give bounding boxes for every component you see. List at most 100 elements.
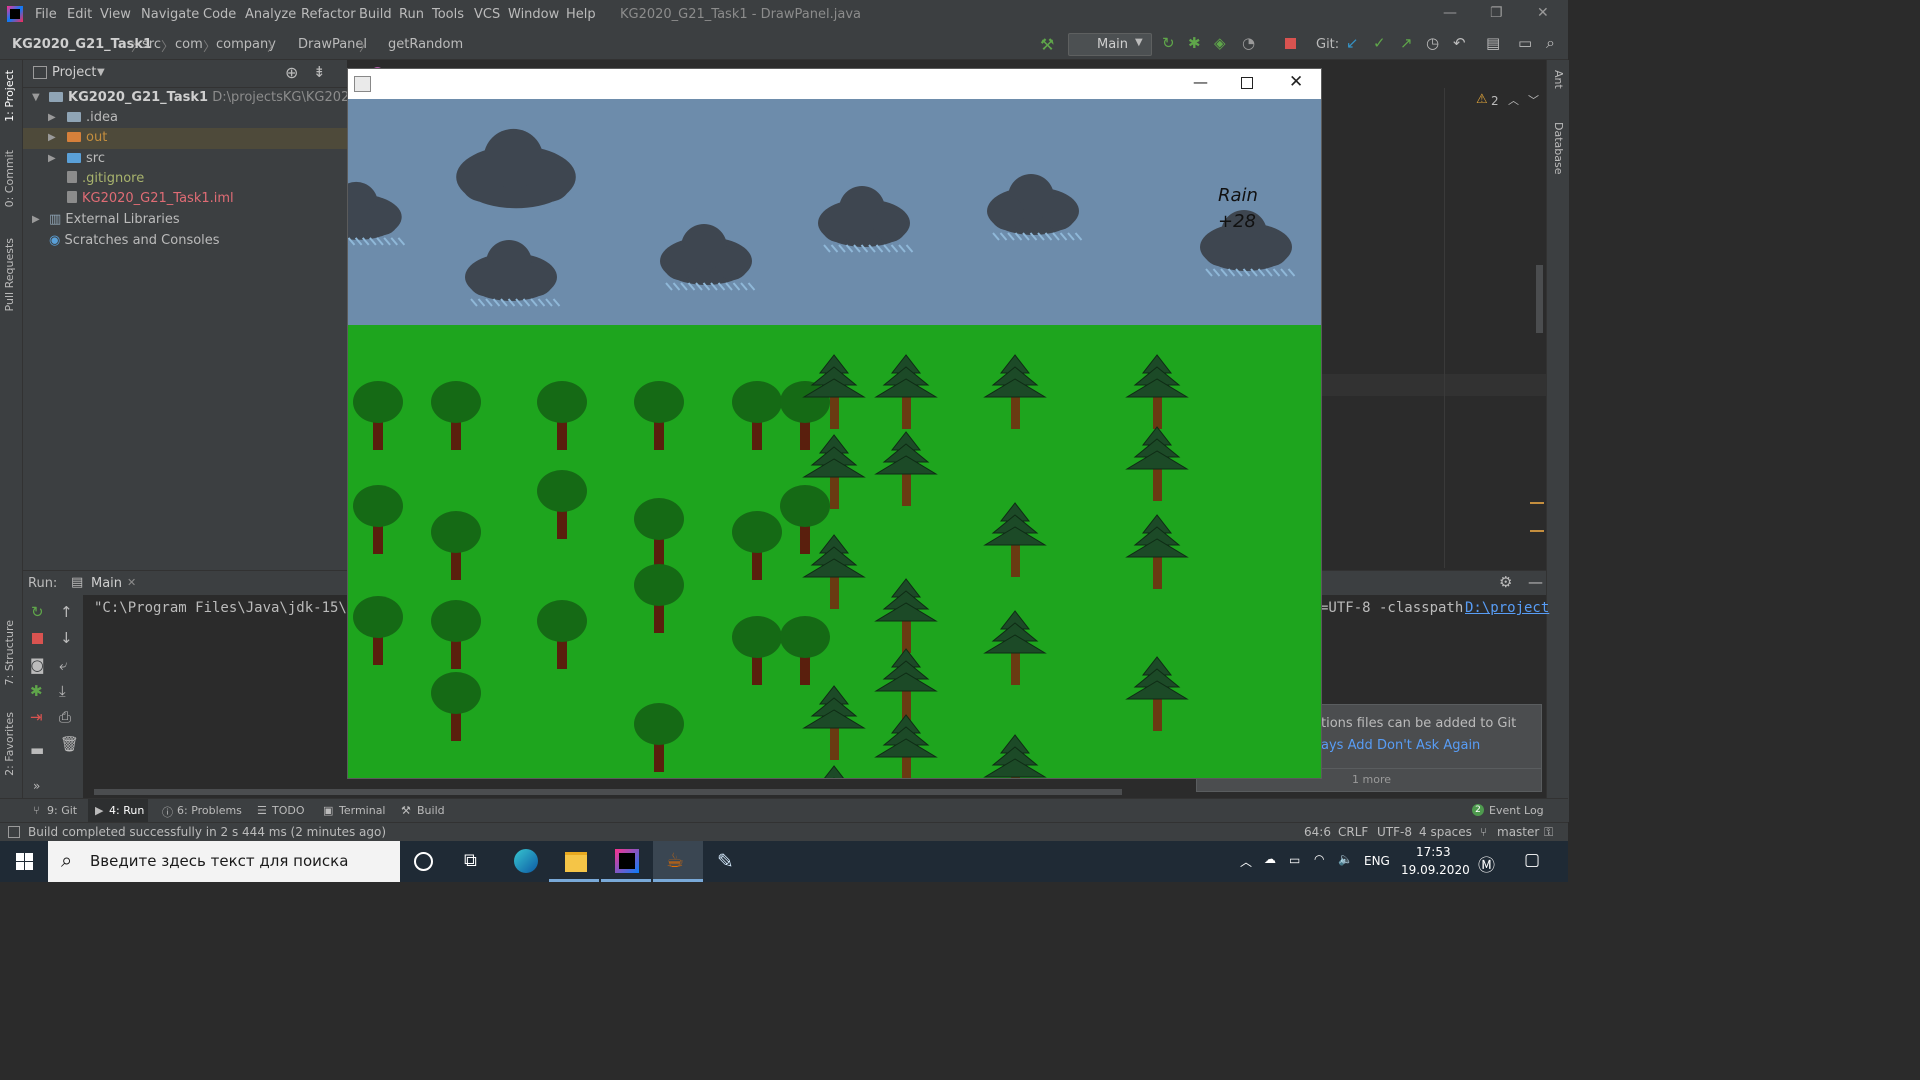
collapse-all-icon[interactable]: ⇟ bbox=[313, 63, 326, 81]
clock-date[interactable]: 19.09.2020 bbox=[1401, 863, 1470, 877]
breadcrumb-com[interactable]: com bbox=[175, 37, 203, 52]
tree-item-iml[interactable]: KG2020_G21_Task1.iml bbox=[67, 191, 234, 206]
tab-terminal[interactable]: Terminal bbox=[339, 804, 386, 817]
debug-icon[interactable]: ✱ bbox=[1188, 34, 1201, 52]
windows-start-icon[interactable] bbox=[16, 853, 33, 870]
horizontal-scrollbar[interactable] bbox=[94, 789, 1122, 795]
close-icon[interactable]: ✕ bbox=[1289, 72, 1303, 92]
minimize-icon[interactable]: — bbox=[1443, 5, 1457, 21]
tab-structure[interactable]: 7: Structure bbox=[3, 620, 16, 685]
chevron-down-icon[interactable]: ﹀ bbox=[1528, 92, 1539, 108]
more-icon[interactable]: » bbox=[33, 779, 40, 793]
git-update-icon[interactable]: ↙ bbox=[1346, 34, 1359, 52]
tab-event-log[interactable]: Event Log bbox=[1489, 804, 1544, 817]
menu-code[interactable]: Code bbox=[203, 7, 236, 22]
search-icon[interactable]: ⌕ bbox=[1546, 33, 1555, 53]
wifi-icon[interactable]: ◠ bbox=[1314, 852, 1324, 866]
menu-window[interactable]: Window bbox=[508, 7, 559, 22]
chevron-down-icon[interactable]: ▼ bbox=[97, 67, 105, 78]
history-icon[interactable]: ◷ bbox=[1426, 34, 1439, 52]
chevron-right-icon[interactable]: ▶ bbox=[48, 153, 56, 164]
git-commit-icon[interactable]: ✓ bbox=[1373, 34, 1386, 52]
onedrive-icon[interactable]: ☁ bbox=[1264, 852, 1276, 866]
indent-setting[interactable]: 4 spaces bbox=[1419, 825, 1472, 839]
login-icon[interactable]: ⇥ bbox=[30, 708, 43, 726]
chevron-right-icon[interactable]: ▶ bbox=[48, 132, 56, 143]
chevron-down-icon[interactable]: ▼ bbox=[32, 92, 40, 103]
menu-view[interactable]: View bbox=[100, 7, 131, 22]
menu-analyze[interactable]: Analyze bbox=[245, 7, 296, 22]
tab-todo[interactable]: TODO bbox=[272, 804, 305, 817]
stop-icon[interactable] bbox=[1285, 38, 1296, 49]
scrollbar-thumb[interactable] bbox=[1536, 265, 1543, 333]
layout-icon[interactable]: ▬ bbox=[30, 741, 44, 759]
breadcrumb-src[interactable]: src bbox=[142, 37, 161, 52]
hide-panel-icon[interactable]: — bbox=[1528, 573, 1543, 591]
trash-icon[interactable]: 🗑 bbox=[60, 735, 79, 753]
menu-build[interactable]: Build bbox=[359, 7, 392, 22]
menu-vcs[interactable]: VCS bbox=[474, 7, 500, 22]
file-explorer-icon[interactable] bbox=[565, 852, 587, 872]
layout-icon[interactable]: ▭ bbox=[1518, 34, 1532, 52]
java-window-titlebar[interactable]: — ✕ bbox=[348, 69, 1321, 99]
menu-help[interactable]: Help bbox=[566, 7, 596, 22]
rollback-icon[interactable]: ↶ bbox=[1453, 34, 1466, 52]
status-toggle-icon[interactable] bbox=[8, 826, 20, 838]
tab-build[interactable]: Build bbox=[417, 804, 445, 817]
soft-wrap-icon[interactable]: ⤶ bbox=[59, 656, 67, 674]
battery-icon[interactable]: ▭ bbox=[1289, 853, 1300, 867]
rerun-icon[interactable]: ↻ bbox=[31, 603, 44, 621]
always-add-link[interactable]: ays Add bbox=[1321, 738, 1373, 753]
tab-pull-requests[interactable]: Pull Requests bbox=[3, 238, 16, 311]
build-hammer-icon[interactable]: ⚒ bbox=[1040, 35, 1054, 54]
editor-area[interactable]: ⚠ 2 ︿ ﹀ bbox=[1320, 60, 1546, 570]
tab-problems[interactable]: 6: Problems bbox=[177, 804, 242, 817]
tree-item-out[interactable]: out bbox=[67, 130, 107, 145]
project-structure-icon[interactable]: ▤ bbox=[1486, 34, 1500, 52]
settings-gear-icon[interactable]: ⚙ bbox=[1499, 573, 1512, 591]
tray-chevron-up-icon[interactable]: ︿ bbox=[1240, 853, 1252, 870]
volume-icon[interactable]: 🔈 bbox=[1338, 852, 1353, 866]
scroll-down-icon[interactable]: ↓ bbox=[60, 629, 73, 647]
close-icon[interactable]: ✕ bbox=[1537, 5, 1549, 21]
restore-icon[interactable]: ❐ bbox=[1490, 5, 1503, 21]
locate-icon[interactable]: ⊕ bbox=[285, 63, 298, 82]
more-notifications-link[interactable]: 1 more bbox=[1352, 773, 1391, 786]
tab-ant[interactable]: Ant bbox=[1552, 70, 1565, 89]
taskbar-search-box[interactable]: ⌕ Введите здесь текст для поиска bbox=[48, 841, 400, 882]
project-panel-title[interactable]: Project bbox=[52, 65, 96, 80]
chevron-up-icon[interactable]: ︿ bbox=[1508, 92, 1519, 108]
maximize-icon[interactable] bbox=[1241, 77, 1253, 89]
intellij-taskbar-icon[interactable] bbox=[615, 849, 639, 873]
minimize-icon[interactable]: — bbox=[1193, 73, 1208, 91]
menu-edit[interactable]: Edit bbox=[67, 7, 92, 22]
tab-project[interactable]: 1: Project bbox=[3, 70, 16, 122]
caret-position[interactable]: 64:6 bbox=[1304, 825, 1331, 839]
paint-app-icon[interactable]: ✎ bbox=[717, 849, 734, 873]
git-branch[interactable]: master bbox=[1497, 825, 1539, 839]
debug-icon[interactable]: ✱ bbox=[30, 682, 43, 700]
tree-item-gitignore[interactable]: .gitignore bbox=[67, 171, 144, 186]
camera-icon[interactable]: ◙ bbox=[30, 656, 45, 674]
dont-ask-again-link[interactable]: Don't Ask Again bbox=[1377, 738, 1480, 753]
edge-icon[interactable] bbox=[514, 849, 538, 873]
scroll-to-end-icon[interactable]: ⤓ bbox=[59, 682, 66, 700]
scroll-up-icon[interactable]: ↑ bbox=[60, 603, 73, 621]
tree-external-libraries[interactable]: ▥ External Libraries bbox=[49, 212, 180, 227]
run-tab-main[interactable]: Main bbox=[91, 576, 122, 591]
menu-refactor[interactable]: Refactor bbox=[301, 7, 356, 22]
meet-icon[interactable]: Ⓜ bbox=[1478, 851, 1495, 876]
coverage-icon[interactable]: ◈ bbox=[1214, 34, 1226, 52]
lock-icon[interactable]: ⚿ bbox=[1544, 825, 1553, 840]
console-classpath-link[interactable]: D:\project bbox=[1465, 600, 1549, 616]
cortana-icon[interactable] bbox=[414, 852, 433, 871]
tab-git[interactable]: 9: Git bbox=[47, 804, 77, 817]
draw-panel-canvas[interactable]: Rain +28 bbox=[314, 99, 1321, 840]
menu-navigate[interactable]: Navigate bbox=[141, 7, 199, 22]
chevron-right-icon[interactable]: ▶ bbox=[32, 214, 40, 225]
tab-run[interactable]: 4: Run bbox=[109, 804, 144, 817]
rerun-icon[interactable]: ↻ bbox=[1162, 34, 1175, 52]
git-push-icon[interactable]: ↗ bbox=[1400, 34, 1413, 52]
breadcrumb-drawpanel[interactable]: DrawPanel bbox=[298, 37, 367, 52]
tree-item-idea[interactable]: .idea bbox=[67, 110, 118, 125]
